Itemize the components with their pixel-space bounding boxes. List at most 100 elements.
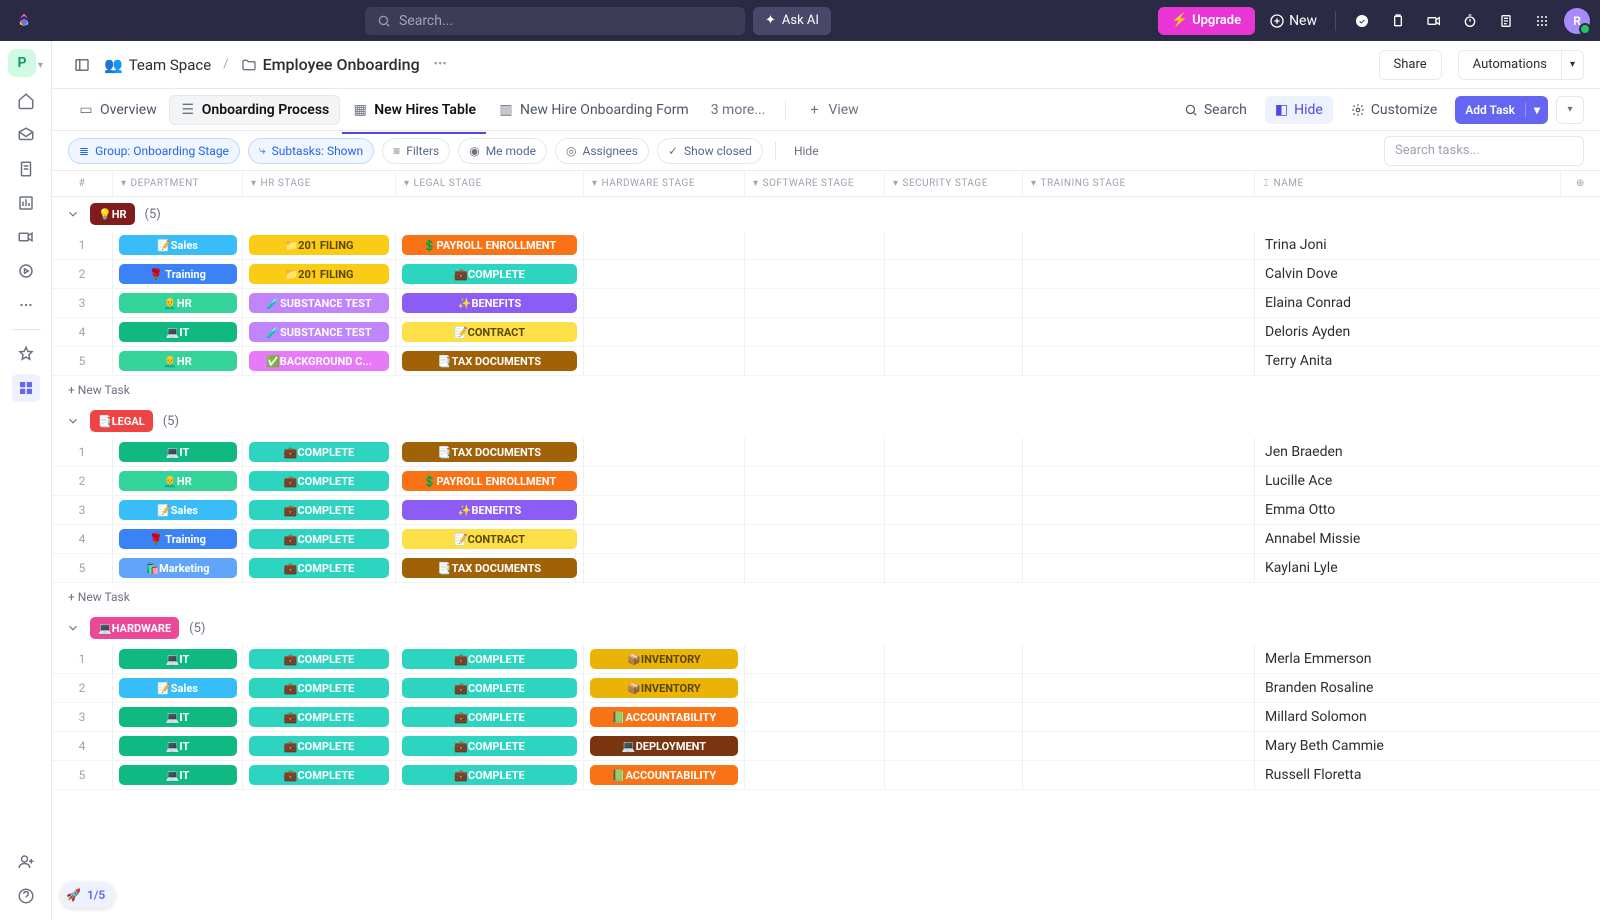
task-name[interactable]: Emma Otto: [1254, 496, 1600, 524]
help-icon[interactable]: [12, 882, 40, 910]
add-view-button[interactable]: +View: [796, 96, 868, 124]
status-pill-sales[interactable]: 📝Sales: [119, 235, 237, 255]
status-pill-contract[interactable]: 📝CONTRACT: [402, 529, 577, 549]
filters-chip[interactable]: ≡Filters: [382, 138, 450, 164]
status-pill-complete[interactable]: 💼COMPLETE: [249, 707, 389, 727]
chevron-down-icon[interactable]: [66, 414, 80, 428]
status-pill-training[interactable]: 🌹 Training: [119, 529, 237, 549]
group-header[interactable]: 💻HARDWARE (5): [52, 611, 1600, 645]
status-pill-complete[interactable]: 💼COMPLETE: [402, 264, 577, 284]
check-circle-icon[interactable]: [1348, 7, 1376, 35]
table-row[interactable]: 3 👨‍🦲HR 🧪SUBSTANCE TEST ✨BENEFITS Elaina…: [52, 289, 1600, 318]
user-avatar[interactable]: R: [1564, 8, 1590, 34]
group-chip[interactable]: ≣Group: Onboarding Stage: [68, 138, 240, 164]
table-row[interactable]: 2 🌹 Training 📁201 FILING 💼COMPLETE Calvi…: [52, 260, 1600, 289]
upgrade-button[interactable]: ⚡ Upgrade: [1158, 7, 1255, 35]
status-pill-complete[interactable]: 💼COMPLETE: [249, 736, 389, 756]
status-pill-it[interactable]: 💻IT: [119, 736, 237, 756]
inbox-icon[interactable]: [12, 121, 40, 149]
automations-button[interactable]: Automations: [1458, 50, 1561, 80]
ask-ai-button[interactable]: ✦ Ask AI: [753, 7, 831, 35]
status-pill-complete[interactable]: 💼COMPLETE: [249, 529, 389, 549]
assignees-chip[interactable]: ◎Assignees: [555, 138, 649, 164]
task-name[interactable]: Deloris Ayden: [1254, 318, 1600, 346]
table-row[interactable]: 5 👨‍🦲HR ✅BACKGROUND C... 📑TAX DOCUMENTS …: [52, 347, 1600, 376]
share-button[interactable]: Share: [1379, 50, 1442, 80]
status-pill-training[interactable]: 🌹 Training: [119, 264, 237, 284]
notepad-icon[interactable]: [1492, 7, 1520, 35]
status-pill-background[interactable]: ✅BACKGROUND C...: [249, 351, 389, 371]
status-pill-filing201[interactable]: 📁201 FILING: [249, 264, 389, 284]
status-pill-deployment[interactable]: 💻DEPLOYMENT: [590, 736, 738, 756]
status-pill-filing201[interactable]: 📁201 FILING: [249, 235, 389, 255]
video-icon[interactable]: [1420, 7, 1448, 35]
new-task-button[interactable]: + New Task: [52, 583, 1600, 611]
timesheets-icon[interactable]: [12, 257, 40, 285]
table-row[interactable]: 1 💻IT 💼COMPLETE 💼COMPLETE 📦INVENTORY Mer…: [52, 645, 1600, 674]
task-name[interactable]: Lucille Ace: [1254, 467, 1600, 495]
tab-onboarding-form[interactable]: ▥New Hire Onboarding Form: [488, 96, 699, 124]
col-security-stage[interactable]: ▾SECURITY STAGE: [884, 171, 1022, 196]
status-pill-substance[interactable]: 🧪SUBSTANCE TEST: [249, 322, 389, 342]
status-pill-payroll[interactable]: 💲PAYROLL ENROLLMENT: [402, 471, 577, 491]
group-header[interactable]: 📑LEGAL (5): [52, 404, 1600, 438]
more-icon[interactable]: [12, 291, 40, 319]
customize-button[interactable]: Customize: [1341, 96, 1447, 124]
breadcrumb-space[interactable]: 👥 Team Space: [104, 56, 211, 74]
table-row[interactable]: 2 👨‍🦲HR 💼COMPLETE 💲PAYROLL ENROLLMENT Lu…: [52, 467, 1600, 496]
col-hardware-stage[interactable]: ▾HARDWARE STAGE: [583, 171, 744, 196]
automations-dropdown[interactable]: ▾: [1561, 50, 1584, 80]
show-closed-chip[interactable]: ✓Show closed: [657, 138, 763, 164]
chevron-down-icon[interactable]: [66, 207, 80, 221]
col-legal-stage[interactable]: ▾LEGAL STAGE: [395, 171, 583, 196]
chevron-down-icon[interactable]: ▾: [38, 60, 43, 71]
status-pill-inventory[interactable]: 📦INVENTORY: [590, 649, 738, 669]
task-name[interactable]: Jen Braeden: [1254, 438, 1600, 466]
status-pill-complete[interactable]: 💼COMPLETE: [402, 678, 577, 698]
tab-onboarding-process[interactable]: ☰Onboarding Process: [169, 95, 340, 125]
status-pill-complete[interactable]: 💼COMPLETE: [249, 649, 389, 669]
onboarding-progress[interactable]: 🚀 1/5: [60, 882, 115, 908]
status-pill-it[interactable]: 💻IT: [119, 707, 237, 727]
status-pill-sales[interactable]: 📝Sales: [119, 678, 237, 698]
chevron-down-icon[interactable]: [66, 621, 80, 635]
clipboard-icon[interactable]: [1384, 7, 1412, 35]
search-tasks-input[interactable]: Search tasks...: [1384, 136, 1584, 166]
tab-more[interactable]: 3 more...: [701, 96, 776, 124]
tab-new-hires-table[interactable]: ▦New Hires Table: [342, 96, 486, 124]
toggle-sidebar-icon[interactable]: [68, 51, 96, 79]
apps-grid-icon[interactable]: [1528, 7, 1556, 35]
status-pill-marketing[interactable]: 🛍️Marketing: [119, 558, 237, 578]
task-name[interactable]: Elaina Conrad: [1254, 289, 1600, 317]
add-column-button[interactable]: ⊕: [1560, 171, 1600, 196]
home-icon[interactable]: [12, 87, 40, 115]
status-pill-accountability[interactable]: 📗ACCOUNTABILITY: [590, 707, 738, 727]
status-pill-complete[interactable]: 💼COMPLETE: [249, 500, 389, 520]
status-pill-complete[interactable]: 💼COMPLETE: [402, 765, 577, 785]
task-name[interactable]: Branden Rosaline: [1254, 674, 1600, 702]
col-software-stage[interactable]: ▾SOFTWARE STAGE: [744, 171, 884, 196]
status-pill-hr[interactable]: 👨‍🦲HR: [119, 471, 237, 491]
global-search[interactable]: Search...: [365, 7, 745, 35]
table-row[interactable]: 2 📝Sales 💼COMPLETE 💼COMPLETE 📦INVENTORY …: [52, 674, 1600, 703]
me-mode-chip[interactable]: ◉Me mode: [458, 138, 547, 164]
status-pill-inventory[interactable]: 📦INVENTORY: [590, 678, 738, 698]
table-row[interactable]: 3 📝Sales 💼COMPLETE ✨BENEFITS Emma Otto: [52, 496, 1600, 525]
status-pill-tax[interactable]: 📑TAX DOCUMENTS: [402, 442, 577, 462]
breadcrumb-folder[interactable]: Employee Onboarding: [241, 55, 420, 74]
table-row[interactable]: 4 💻IT 🧪SUBSTANCE TEST 📝CONTRACT Deloris …: [52, 318, 1600, 347]
status-pill-complete[interactable]: 💼COMPLETE: [249, 442, 389, 462]
status-pill-complete[interactable]: 💼COMPLETE: [402, 736, 577, 756]
status-pill-contract[interactable]: 📝CONTRACT: [402, 322, 577, 342]
status-pill-it[interactable]: 💻IT: [119, 649, 237, 669]
status-pill-substance[interactable]: 🧪SUBSTANCE TEST: [249, 293, 389, 313]
status-pill-it[interactable]: 💻IT: [119, 765, 237, 785]
task-name[interactable]: Merla Emmerson: [1254, 645, 1600, 673]
col-name[interactable]: ⌶NAME: [1254, 171, 1560, 196]
spaces-icon[interactable]: [12, 374, 40, 402]
status-pill-complete[interactable]: 💼COMPLETE: [249, 678, 389, 698]
clips-icon[interactable]: [12, 223, 40, 251]
task-name[interactable]: Trina Joni: [1254, 231, 1600, 259]
table-row[interactable]: 5 🛍️Marketing 💼COMPLETE 📑TAX DOCUMENTS K…: [52, 554, 1600, 583]
hide-filters-button[interactable]: Hide: [788, 144, 825, 158]
